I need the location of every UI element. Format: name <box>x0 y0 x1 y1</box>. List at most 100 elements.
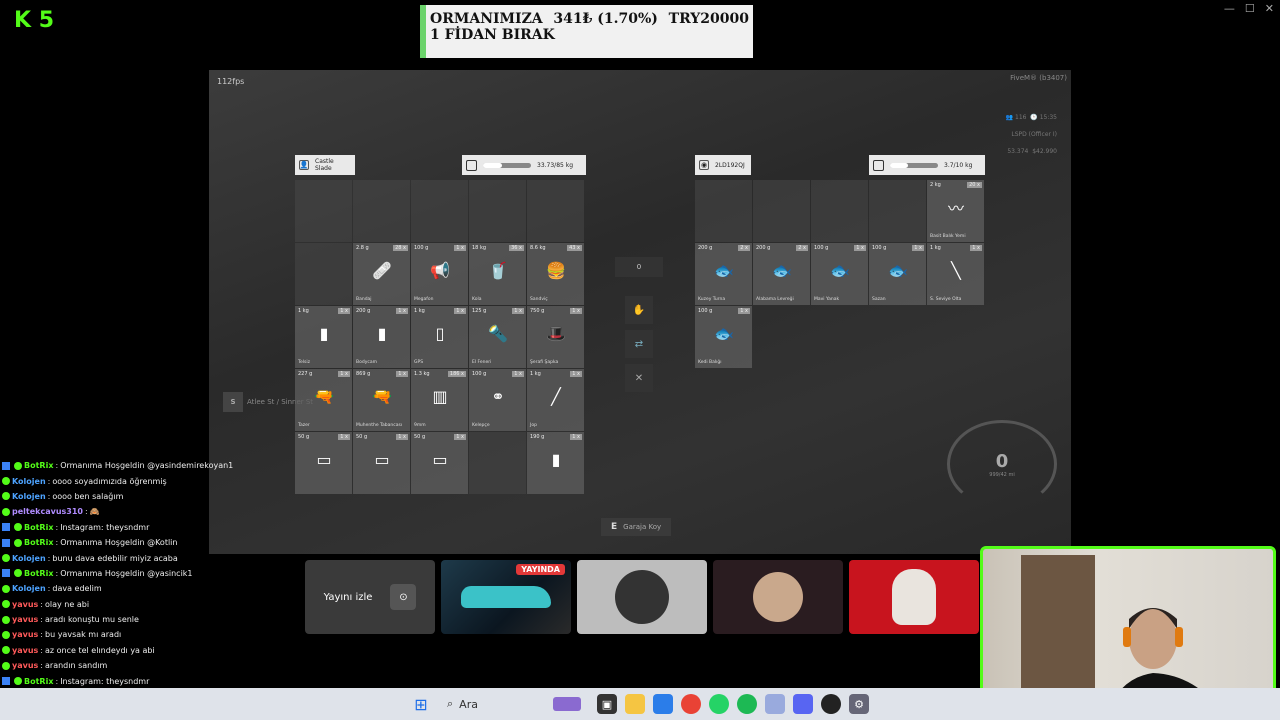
chat-message: BotRix: Ormanıma Hoşgeldin @yasincik1 <box>0 566 282 581</box>
handcuffs-icon: ⚭ <box>491 386 505 406</box>
avatar-card[interactable] <box>849 560 979 634</box>
chat-username[interactable]: BotRix <box>24 538 53 547</box>
taskbar-search[interactable]: ⌕ Ara <box>439 691 589 717</box>
minimize-icon[interactable]: — <box>1224 2 1235 15</box>
windows-start-icon[interactable]: ⊞ <box>411 694 431 714</box>
inventory-slot[interactable]: 100 g 1 x 🐟 Kedi Balığı <box>695 306 752 368</box>
inventory-slot[interactable]: 200 g 2 x 🐟 Alabama Levreği <box>753 243 810 305</box>
live-stream-card[interactable]: YAYINDA <box>441 560 571 634</box>
inventory-slot[interactable] <box>353 180 410 242</box>
inventory-slot[interactable]: 100 g 1 x ⚭ Kelepçe <box>469 369 526 431</box>
inventory-slot[interactable]: 200 g 1 x ▮ Bodycam <box>353 306 410 368</box>
give-icon[interactable]: ⇄ <box>625 330 653 358</box>
inventory-slot[interactable] <box>869 180 926 242</box>
stream-chat: BotRix: Ormanıma Hoşgeldin @yasindemireko… <box>0 458 282 720</box>
inventory-slot[interactable]: 190 g 1 x ▮ <box>527 432 584 494</box>
transfer-amount-input[interactable]: 0 <box>615 257 663 277</box>
item-quantity: 1 x <box>738 308 750 314</box>
inventory-slot[interactable]: 50 g 1 x ▭ <box>411 432 468 494</box>
watch-button[interactable]: Yayını izle <box>324 592 373 603</box>
item-quantity: 1 x <box>512 371 524 377</box>
spotify-icon[interactable] <box>737 694 757 714</box>
maximize-icon[interactable]: ☐ <box>1245 2 1255 15</box>
inventory-slot[interactable] <box>295 243 352 305</box>
chat-username[interactable]: peltekcavus310 <box>12 507 83 516</box>
donation-title: ORMANIMIZA <box>430 11 543 27</box>
chat-username[interactable]: BotRix <box>24 461 53 470</box>
file-explorer-icon[interactable] <box>625 694 645 714</box>
inventory-slot[interactable]: 2 kg 20 x 〰 Basit Balık Yemi <box>927 180 984 242</box>
inventory-slot[interactable] <box>695 180 752 242</box>
inventory-slot[interactable]: 50 g 1 x ▭ <box>353 432 410 494</box>
inventory-slot[interactable] <box>295 180 352 242</box>
ammo-icon: ▥ <box>432 386 448 406</box>
item-quantity: 28 x <box>393 245 408 251</box>
weight-progress <box>890 162 938 168</box>
inventory-slot[interactable] <box>811 180 868 242</box>
inventory-slot[interactable]: 18 kg 36 x 🥤 Kola <box>469 243 526 305</box>
item-quantity: 1 x <box>454 245 466 251</box>
inventory-slot[interactable]: 869 g 1 x 🔫 Muhenthe Tabancası <box>353 369 410 431</box>
inventory-slot[interactable]: 50 g 1 x ▭ <box>295 432 352 494</box>
item-name: Telsiz <box>298 360 310 365</box>
chat-username[interactable]: Kolojen <box>12 492 46 501</box>
avatar <box>753 572 803 622</box>
inventory-slot[interactable]: 200 g 2 x 🐟 Kuzey Turna <box>695 243 752 305</box>
bot-badge-icon <box>2 538 10 547</box>
task-view-icon[interactable]: ▣ <box>597 694 617 714</box>
chrome-icon[interactable] <box>681 694 701 714</box>
inventory-slot[interactable] <box>527 180 584 242</box>
hud-players: 👥 116 🕒 15:35 <box>1005 114 1057 121</box>
inventory-slot[interactable]: 1 kg 1 x ▯ GPS <box>411 306 468 368</box>
app-icon[interactable] <box>765 694 785 714</box>
chat-username[interactable]: BotRix <box>24 523 53 532</box>
chat-message: yavus: arandın sandım <box>0 658 282 673</box>
inventory-slot[interactable]: 1 kg 1 x ╲ S. Seviye Olta <box>927 243 984 305</box>
inventory-slot[interactable]: 1 kg 1 x ▮ Telsiz <box>295 306 352 368</box>
item-weight: 100 g <box>872 245 887 251</box>
watch-card[interactable]: Yayını izle ⊙ <box>305 560 435 634</box>
chat-username[interactable]: yavus <box>12 646 38 655</box>
chat-username[interactable]: yavus <box>12 615 38 624</box>
inventory-slot[interactable] <box>411 180 468 242</box>
inventory-slot[interactable]: 2.8 g 28 x 🩹 Bandaj <box>353 243 410 305</box>
chat-username[interactable]: BotRix <box>24 677 53 686</box>
inventory-slot[interactable]: 8.6 kg 43 x 🍔 Sandviç <box>527 243 584 305</box>
inventory-slot[interactable]: 750 g 1 x 🎩 Şerafi Şapka <box>527 306 584 368</box>
fishing-rod-icon: ╲ <box>951 260 961 280</box>
inventory-slot[interactable]: 1.3 kg 186 x ▥ 9mm <box>411 369 468 431</box>
avatar-card[interactable] <box>713 560 843 634</box>
inventory-slot[interactable]: 1 kg 1 x ╱ Jop <box>527 369 584 431</box>
whatsapp-icon[interactable] <box>709 694 729 714</box>
chat-username[interactable]: Kolojen <box>12 477 46 486</box>
inventory-slot[interactable]: 227 g 1 x 🔫 Tazer <box>295 369 352 431</box>
chat-username[interactable]: yavus <box>12 661 38 670</box>
inventory-slot[interactable] <box>469 432 526 494</box>
item-name: Bodycam <box>356 360 377 365</box>
chat-username[interactable]: Kolojen <box>12 584 46 593</box>
fish-icon: 🐟 <box>830 260 850 280</box>
avatar-card[interactable] <box>577 560 707 634</box>
inventory-slot[interactable]: 100 g 1 x 🐟 Sazan <box>869 243 926 305</box>
inventory-slot[interactable]: 100 g 1 x 🐟 Mavi Yanak <box>811 243 868 305</box>
close-icon[interactable]: ✕ <box>1265 2 1274 15</box>
chat-username[interactable]: BotRix <box>24 569 53 578</box>
rec-icon[interactable]: ⊙ <box>390 584 417 610</box>
inventory-slot[interactable] <box>469 180 526 242</box>
settings-icon[interactable]: ⚙ <box>849 694 869 714</box>
item-weight: 190 g <box>530 434 545 440</box>
user-badge-icon <box>2 477 10 486</box>
close-icon[interactable]: ✕ <box>625 364 653 392</box>
store-icon[interactable] <box>653 694 673 714</box>
inventory-slot[interactable]: 100 g 1 x 📢 Megafon <box>411 243 468 305</box>
chat-username[interactable]: yavus <box>12 630 38 639</box>
inventory-slot[interactable] <box>753 180 810 242</box>
item-name: Tazer <box>298 423 310 428</box>
item-name: Kedi Balığı <box>698 360 722 365</box>
inventory-slot[interactable]: 125 g 1 x 🔦 El Feneri <box>469 306 526 368</box>
chat-username[interactable]: Kolojen <box>12 554 46 563</box>
chat-username[interactable]: yavus <box>12 600 38 609</box>
use-icon[interactable]: ✋ <box>625 296 653 324</box>
obs-icon[interactable] <box>821 694 841 714</box>
discord-icon[interactable] <box>793 694 813 714</box>
